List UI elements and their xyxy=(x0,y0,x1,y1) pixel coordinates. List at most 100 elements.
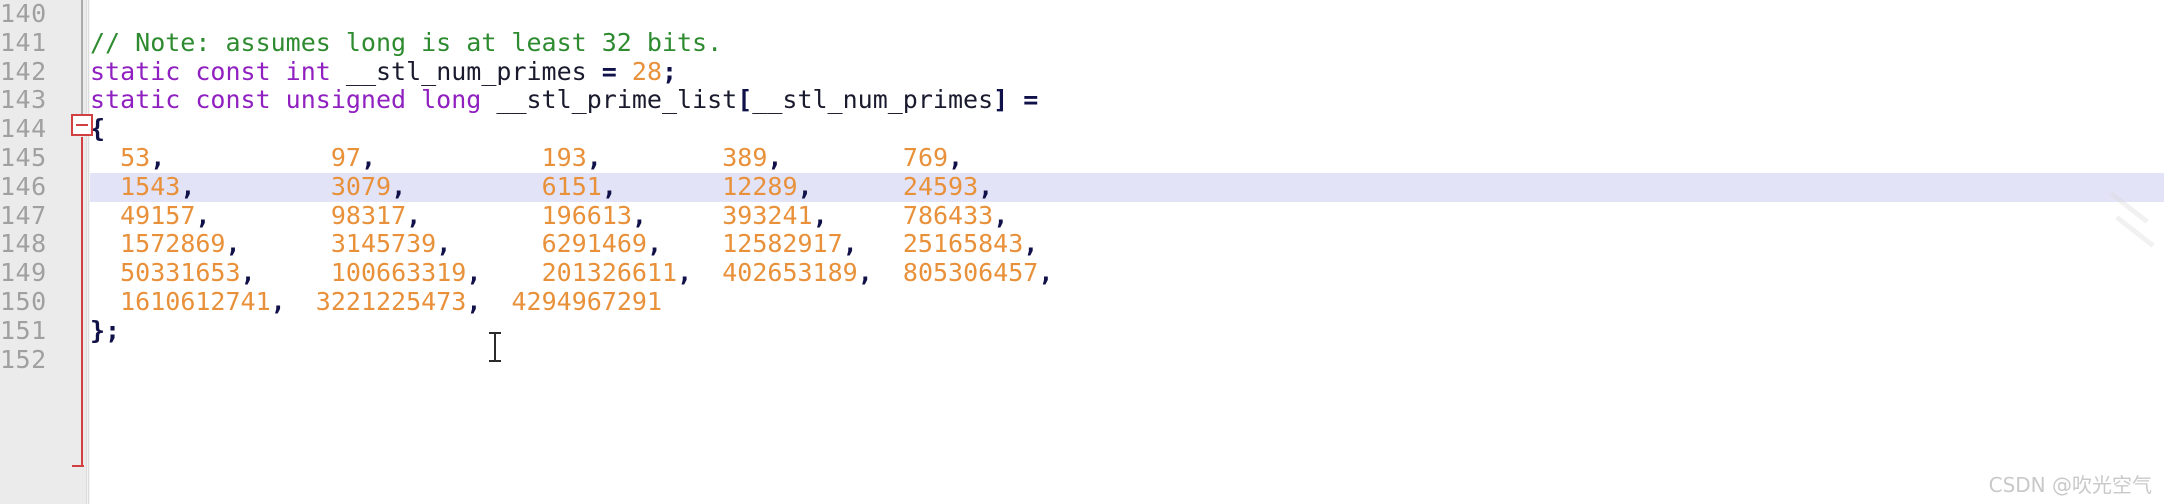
line-number[interactable]: 150 xyxy=(0,287,46,317)
code-line-144[interactable]: { xyxy=(90,114,2164,144)
code-token-number: 3221225473 xyxy=(315,286,467,316)
code-token-number: 193 xyxy=(541,142,587,172)
code-token-number: 805306457 xyxy=(902,258,1039,288)
code-token-number: 769 xyxy=(902,142,949,172)
code-token-number: 6151 xyxy=(541,171,602,201)
fold-region-line xyxy=(81,137,83,467)
code-line-142[interactable]: static const int __stl_num_primes = 28; xyxy=(90,56,2164,87)
code-line-148[interactable]: 1572869, 3145739, 6291469, 12582917, 251… xyxy=(90,229,2164,259)
line-number[interactable]: 151 xyxy=(0,316,46,346)
code-token-comma: , xyxy=(466,286,482,316)
code-token-number: 98317 xyxy=(330,200,407,230)
code-token-indent xyxy=(90,201,120,230)
code-token-number: 3079 xyxy=(330,171,392,201)
code-line-146-current[interactable]: 1543, 3079, 6151, 12289, 24593, xyxy=(90,171,2164,202)
line-number[interactable]: 148 xyxy=(0,230,46,259)
code-token-number: 100663319 xyxy=(330,258,467,288)
code-token-indent xyxy=(90,258,120,287)
line-number[interactable]: 141 xyxy=(0,28,46,58)
code-token-number: 53 xyxy=(120,142,151,172)
code-token-comma: , xyxy=(1023,229,1039,259)
line-number-list: 140 141 142 143 144 145 146 147 148 149 … xyxy=(0,0,52,374)
line-number[interactable]: 145 xyxy=(0,143,46,173)
code-token-comma: , xyxy=(150,142,166,172)
code-token-bracket-close: ] xyxy=(993,85,1009,115)
line-number[interactable]: 142 xyxy=(0,57,46,87)
code-token-number: 50331653 xyxy=(120,258,241,288)
code-line-141[interactable]: // Note: assumes long is at least 32 bit… xyxy=(90,28,2164,58)
line-number[interactable]: 147 xyxy=(0,201,46,231)
code-token-comma: , xyxy=(195,200,211,230)
code-folding-strip[interactable] xyxy=(60,0,90,504)
line-number[interactable]: 146 xyxy=(0,172,46,202)
code-token-comma: , xyxy=(586,142,602,172)
code-text-area[interactable]: // Note: assumes long is at least 32 bit… xyxy=(90,0,2164,504)
code-token-bracket-open: [ xyxy=(737,85,753,115)
code-editor[interactable]: 140 141 142 143 144 145 146 147 148 149 … xyxy=(0,0,2164,504)
code-token-indent xyxy=(90,229,120,258)
code-token-comma: , xyxy=(978,171,994,201)
code-token-operator: = xyxy=(1023,85,1039,115)
ibeam-bar xyxy=(494,333,496,361)
code-token-brace-close: }; xyxy=(90,315,121,345)
code-token-indent xyxy=(90,172,120,201)
code-line-152[interactable] xyxy=(90,346,2164,375)
code-token-comma: , xyxy=(180,171,196,201)
code-token-comma: , xyxy=(406,200,422,230)
code-token-comma: , xyxy=(857,258,873,288)
code-line-143[interactable]: static const unsigned long __stl_prime_l… xyxy=(90,85,2164,115)
code-token-operator: = xyxy=(601,56,617,86)
code-line-145[interactable]: 53, 97, 193, 389, 769, xyxy=(90,142,2164,173)
code-token-number: 196613 xyxy=(541,200,632,230)
code-token-comma: , xyxy=(677,258,693,288)
line-number[interactable]: 144 xyxy=(0,114,46,144)
code-token-number: 1543 xyxy=(120,171,181,201)
code-token-number: 393241 xyxy=(722,200,813,230)
code-token-keyword: static const int xyxy=(90,56,331,86)
code-line-147[interactable]: 49157, 98317, 196613, 393241, 786433, xyxy=(90,200,2164,231)
code-token-number: 1610612741 xyxy=(120,286,271,316)
code-token-number: 97 xyxy=(330,142,361,172)
code-token-comma: , xyxy=(436,229,452,259)
code-token-identifier: __stl_num_primes xyxy=(752,85,994,115)
line-number[interactable]: 152 xyxy=(0,345,46,375)
code-line-140[interactable] xyxy=(90,0,2164,29)
line-number[interactable]: 143 xyxy=(0,86,46,115)
indent-guide-line xyxy=(81,0,83,118)
line-number[interactable]: 140 xyxy=(0,0,46,29)
code-line-151[interactable]: }; xyxy=(90,315,2164,346)
code-token-comma: , xyxy=(270,286,286,316)
code-token-comma: , xyxy=(631,200,647,230)
code-token-comma: , xyxy=(360,142,377,172)
code-line-150[interactable]: 1610612741, 3221225473, 4294967291 xyxy=(90,286,2164,317)
code-token-number: 1572869 xyxy=(120,229,226,259)
code-token-comma: , xyxy=(646,229,662,259)
code-line-149[interactable]: 50331653, 100663319, 201326611, 40265318… xyxy=(90,258,2164,288)
code-token-comma: , xyxy=(601,171,617,201)
code-token-comma: , xyxy=(797,171,813,201)
ibeam-cap-bottom xyxy=(489,360,501,362)
line-number[interactable]: 149 xyxy=(0,258,46,288)
line-number-gutter: 140 141 142 143 144 145 146 147 148 149 … xyxy=(0,0,60,504)
code-token-comma: , xyxy=(767,142,783,172)
fold-collapse-minus-icon[interactable] xyxy=(71,114,93,136)
